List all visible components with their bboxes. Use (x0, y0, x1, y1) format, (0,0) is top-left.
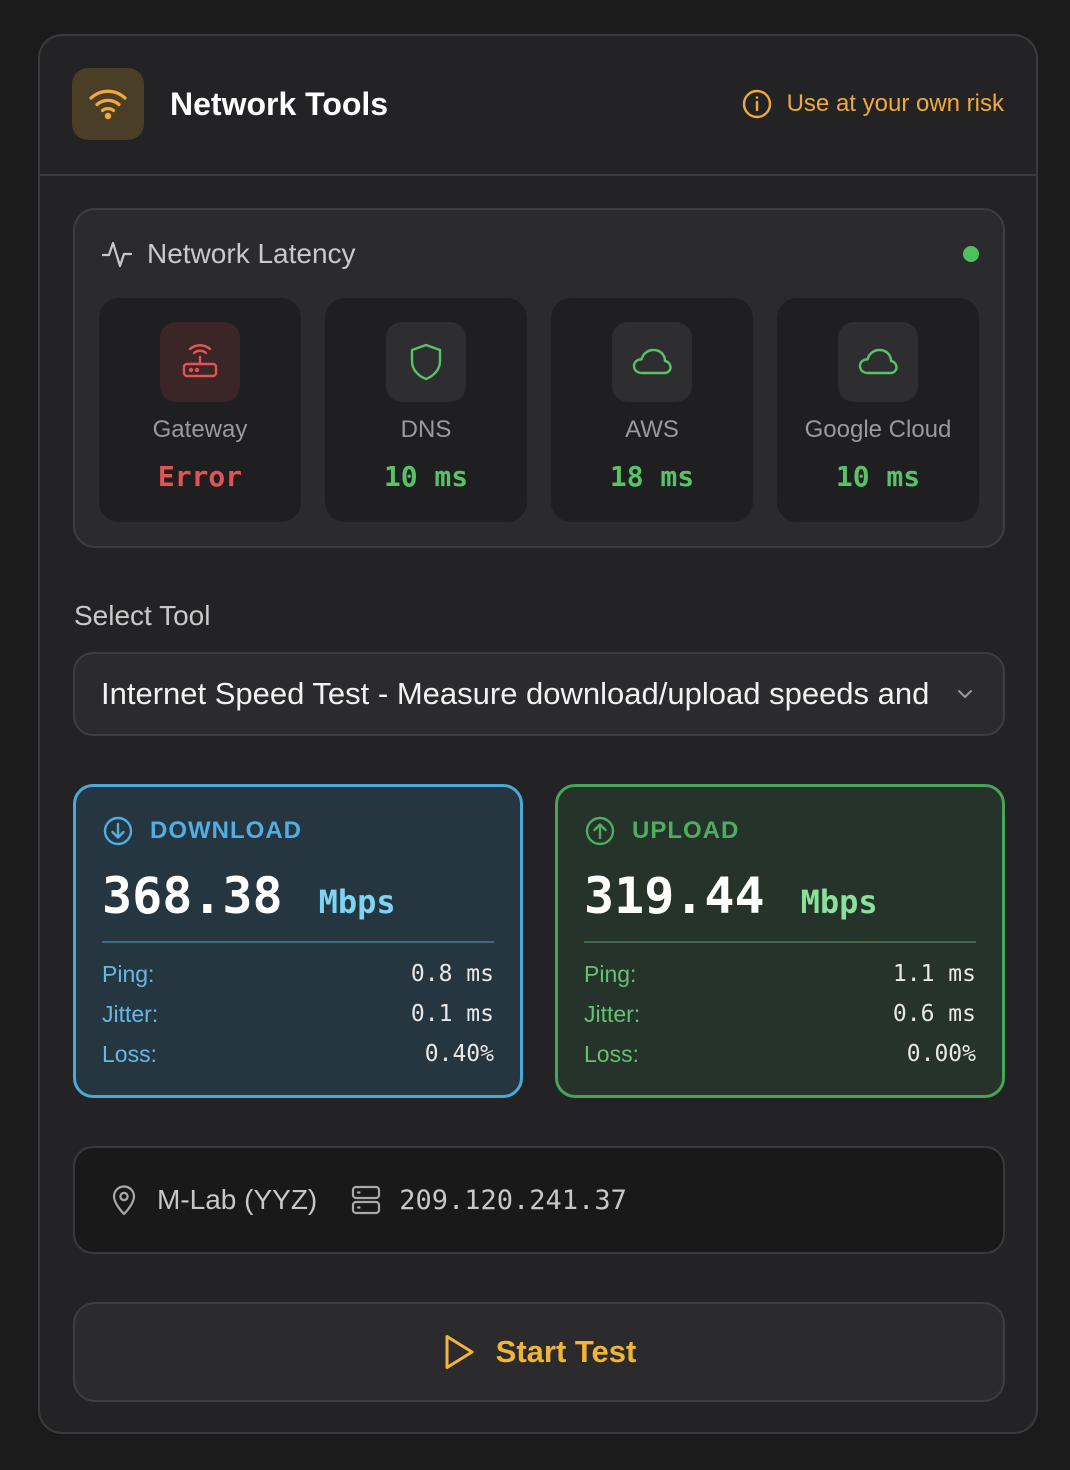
upload-ping-row: Ping: 1.1 ms (584, 961, 976, 988)
tile-value: 10 ms (383, 460, 469, 493)
latency-tile-dns: DNS 10 ms (325, 298, 527, 522)
header: Network Tools Use at your own risk (40, 36, 1036, 176)
stat-label: Ping: (102, 961, 155, 987)
stat-value: 0.1 ms (410, 1001, 494, 1027)
tile-value: 18 ms (609, 460, 695, 493)
server-ip: 209.120.241.37 (399, 1184, 627, 1216)
upload-jitter-row: Jitter: 0.6 ms (584, 1001, 976, 1028)
cloud-icon (838, 322, 918, 402)
tile-label: DNS (400, 416, 452, 443)
stat-label: Ping: (584, 961, 637, 987)
app-title: Network Tools (170, 86, 389, 122)
tile-value: 10 ms (835, 460, 921, 493)
tile-label: Gateway (152, 416, 248, 443)
tile-label: AWS (625, 416, 679, 443)
latency-header: Network Latency (101, 238, 356, 270)
download-speed: 368.38 Mbps (102, 867, 396, 925)
start-test-label: Start Test (495, 1334, 637, 1369)
stat-value: 1.1 ms (892, 961, 976, 987)
shield-icon (386, 322, 466, 402)
server-icon (352, 1185, 381, 1215)
router-icon (160, 322, 240, 402)
network-tools-panel: Network Tools Use at your own risk Netwo… (38, 34, 1038, 1434)
stat-label: Loss: (584, 1041, 639, 1067)
upload-unit: Mbps (800, 883, 878, 921)
stat-value: 0.6 ms (892, 1001, 976, 1027)
play-icon (445, 1335, 474, 1369)
tool-select[interactable]: Internet Speed Test - Measure download/u… (73, 652, 1005, 736)
latency-tile-gateway: Gateway Error (99, 298, 301, 522)
download-card: DOWNLOAD 368.38 Mbps Ping: 0.8 ms Jitter… (73, 784, 523, 1098)
risk-text: Use at your own risk (786, 90, 1004, 117)
download-title: DOWNLOAD (150, 817, 302, 844)
latency-tile-aws: AWS 18 ms (551, 298, 753, 522)
arrow-down-circle-icon (103, 816, 133, 846)
stat-value: 0.8 ms (410, 961, 494, 987)
latency-title: Network Latency (147, 238, 356, 269)
latency-tiles: Gateway Error DNS 10 ms AWS 18 ms Google… (99, 298, 979, 522)
download-jitter-row: Jitter: 0.1 ms (102, 1001, 494, 1028)
download-value: 368.38 (102, 867, 283, 925)
arrow-up-circle-icon (585, 816, 615, 846)
tool-select-value: Internet Speed Test - Measure download/u… (101, 676, 930, 711)
info-icon (742, 89, 771, 119)
upload-header: UPLOAD (584, 815, 739, 847)
stat-label: Jitter: (102, 1001, 159, 1027)
risk-warning: Use at your own risk (741, 88, 1004, 120)
tile-label: Google Cloud (804, 416, 952, 443)
server-info: M-Lab (YYZ) 209.120.241.37 (73, 1146, 1005, 1254)
server-location: M-Lab (YYZ) (157, 1184, 318, 1215)
network-latency-card: Network Latency Gateway Error DNS 10 ms … (73, 208, 1005, 548)
stat-label: Jitter: (584, 1001, 641, 1027)
stat-value: 0.40% (424, 1041, 494, 1067)
divider (102, 941, 494, 943)
divider (584, 941, 976, 943)
latency-tile-google-cloud: Google Cloud 10 ms (777, 298, 979, 522)
download-loss-row: Loss: 0.40% (102, 1041, 494, 1068)
stat-value: 0.00% (906, 1041, 976, 1067)
select-tool-label: Select Tool (74, 600, 211, 631)
wifi-icon (72, 68, 144, 140)
status-indicator (963, 246, 979, 262)
upload-speed: 319.44 Mbps (584, 867, 878, 925)
activity-icon (101, 241, 133, 268)
stat-label: Loss: (102, 1041, 157, 1067)
upload-card: UPLOAD 319.44 Mbps Ping: 1.1 ms Jitter: … (555, 784, 1005, 1098)
download-header: DOWNLOAD (102, 815, 302, 847)
map-pin-icon (112, 1185, 136, 1216)
upload-value: 319.44 (584, 867, 765, 925)
upload-title: UPLOAD (632, 817, 740, 844)
start-test-button[interactable]: Start Test (73, 1302, 1005, 1402)
download-unit: Mbps (318, 883, 396, 921)
chevron-down-icon (958, 690, 972, 698)
cloud-icon (612, 322, 692, 402)
upload-loss-row: Loss: 0.00% (584, 1041, 976, 1068)
download-ping-row: Ping: 0.8 ms (102, 961, 494, 988)
tile-value: Error (157, 460, 243, 493)
